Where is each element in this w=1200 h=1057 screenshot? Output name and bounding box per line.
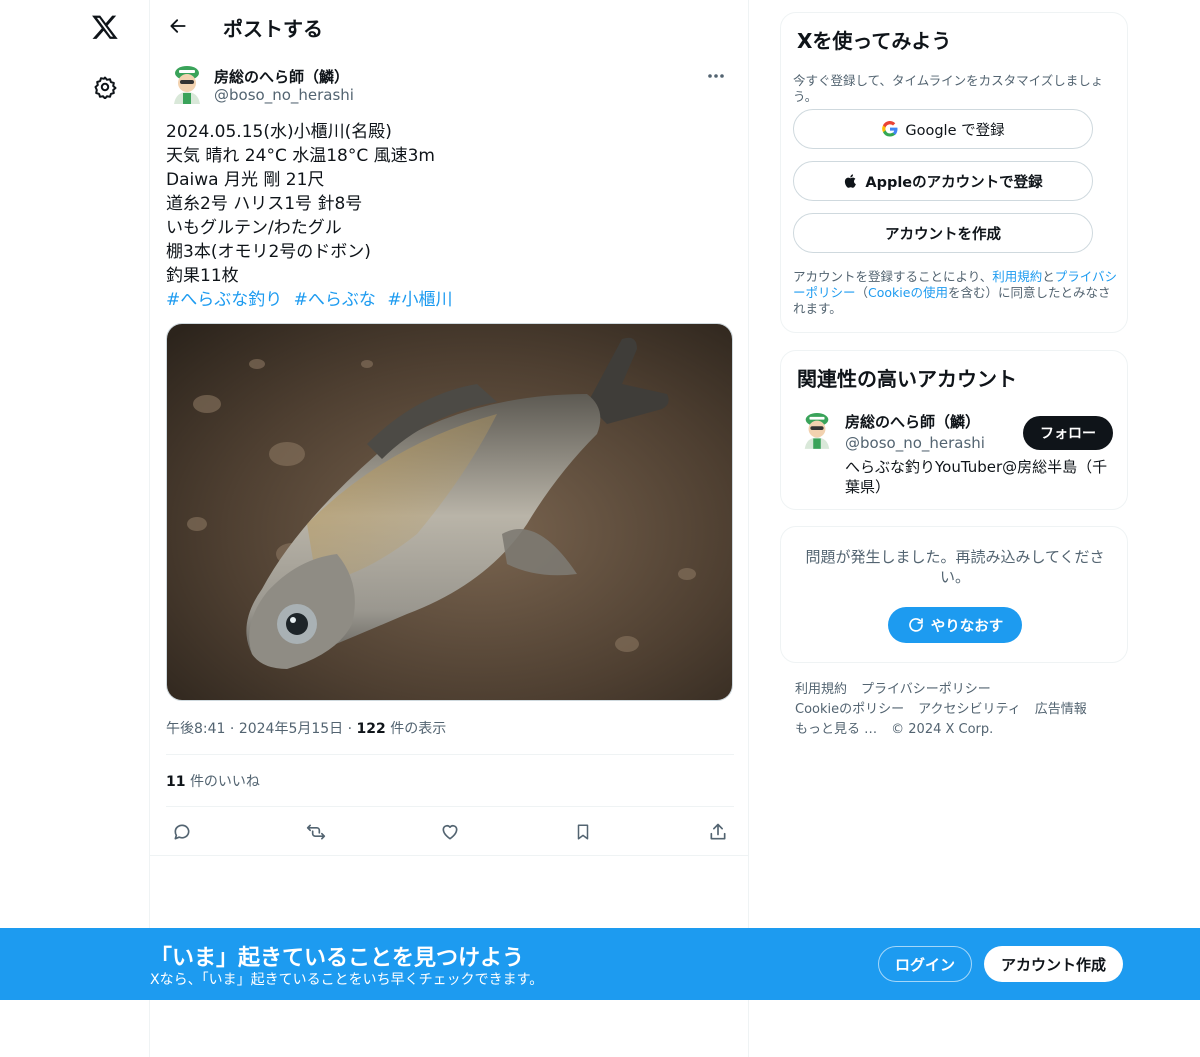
cookie-link[interactable]: Cookieの使用 xyxy=(868,285,948,300)
signup-button[interactable]: アカウント作成 xyxy=(984,946,1123,982)
create-account-button[interactable]: アカウントを作成 xyxy=(793,213,1093,253)
avatar[interactable] xyxy=(801,411,833,449)
footer-link[interactable]: Cookieのポリシー xyxy=(795,702,904,717)
copyright: © 2024 X Corp. xyxy=(891,722,994,737)
likes-label: 件のいいね xyxy=(189,774,260,790)
repost-icon[interactable] xyxy=(302,818,330,846)
like-icon[interactable] xyxy=(436,818,464,846)
apple-signup-button[interactable]: Appleのアカウントで登録 xyxy=(793,161,1093,201)
hashtag-link[interactable]: #へらぶな xyxy=(294,290,376,310)
tweet-author: 房総のへら師（鱗） @boso_no_herashi xyxy=(166,62,734,108)
google-signup-button[interactable]: Google で登録 xyxy=(793,109,1093,149)
login-button[interactable]: ログイン xyxy=(878,946,972,982)
related-name[interactable]: 房総のへら師（鱗） xyxy=(845,411,980,432)
avatar[interactable] xyxy=(170,64,204,104)
likes-summary[interactable]: 11 件のいいね xyxy=(166,771,260,791)
share-icon[interactable] xyxy=(704,818,732,846)
retry-label: やりなおす xyxy=(930,618,1004,635)
google-icon xyxy=(881,120,899,138)
more-icon[interactable] xyxy=(702,66,730,86)
footer-link[interactable]: 広告情報 xyxy=(1035,702,1087,717)
follow-button[interactable]: フォロー xyxy=(1023,416,1113,450)
footer-link[interactable]: プライバシーポリシー xyxy=(861,682,991,697)
tweet-text: 2024.05.15(水)小櫃川(名殿) 天気 晴れ 24°C 水温18°C 風… xyxy=(166,120,734,312)
signup-legal: アカウントを登録することにより、利用規約とプライバシーポリシー（Cookieの使… xyxy=(793,269,1118,316)
left-nav xyxy=(0,0,150,1057)
tweet-line: Daiwa 月光 剛 21尺 xyxy=(166,170,325,190)
views-count: 122 xyxy=(356,721,386,737)
related-accounts-card: 関連性の高いアカウント 房総のへら師（鱗） @boso_no_herashi へ… xyxy=(780,350,1128,510)
main-column: ポストする 房総のへら師（鱗） @boso_no_herashi 2024.05… xyxy=(149,0,749,1057)
tweet-line: 道糸2号 ハリス1号 針8号 xyxy=(166,194,363,214)
tweet-image[interactable] xyxy=(166,323,733,701)
tweet-line: 釣果11枚 xyxy=(166,266,239,286)
tweet-line: 天気 晴れ 24°C 水温18°C 風速3m xyxy=(166,146,435,166)
signup-title: Xを使ってみよう xyxy=(797,29,952,53)
signup-card: Xを使ってみよう 今すぐ登録して、タイムラインをカスタマイズしましょう。 Goo… xyxy=(780,12,1128,333)
likes-count: 11 xyxy=(166,774,186,790)
tweet-actions xyxy=(166,818,734,846)
divider xyxy=(166,754,734,755)
page-header: ポストする xyxy=(150,0,748,53)
gear-icon[interactable] xyxy=(90,72,120,102)
tweet-line: 棚3本(オモリ2号のドボン) xyxy=(166,242,371,262)
hashtag-link[interactable]: #小櫃川 xyxy=(387,290,452,310)
divider xyxy=(150,855,748,856)
author-handle[interactable]: @boso_no_herashi xyxy=(214,86,354,104)
related-handle[interactable]: @boso_no_herashi xyxy=(845,434,985,452)
signup-subtitle: 今すぐ登録して、タイムラインをカスタマイズしましょう。 xyxy=(793,73,1104,104)
footer-links: 利用規約 プライバシーポリシー Cookieのポリシー アクセシビリティ 広告情報 も… xyxy=(795,680,1125,740)
bottom-banner: 「いま」起きていることを見つけよう Xなら、「いま」起きていることをいち早くチェ… xyxy=(0,928,1200,1000)
reply-icon[interactable] xyxy=(168,818,196,846)
retry-button[interactable]: やりなおす xyxy=(888,607,1022,643)
footer-link[interactable]: 利用規約 xyxy=(795,682,847,697)
hashtag-link[interactable]: #へらぶな釣り xyxy=(166,290,282,310)
banner-title: 「いま」起きていることを見つけよう xyxy=(150,946,525,971)
tweet-line: 2024.05.15(水)小櫃川(名殿) xyxy=(166,122,392,142)
x-logo-icon[interactable] xyxy=(88,10,122,44)
create-account-label: アカウントを作成 xyxy=(885,226,1001,243)
tweet-date[interactable]: 2024年5月15日 xyxy=(239,721,343,737)
apple-signup-label: Appleのアカウントで登録 xyxy=(865,174,1043,191)
arrow-left-icon[interactable] xyxy=(164,12,192,40)
footer-link[interactable]: アクセシビリティ xyxy=(918,702,1021,717)
tweet-line: いもグルテン/わたグル xyxy=(166,218,342,238)
refresh-icon xyxy=(908,618,923,632)
tweet-meta: 午後8:41 · 2024年5月15日 · 122 件の表示 xyxy=(166,721,447,737)
author-name[interactable]: 房総のへら師（鱗） xyxy=(214,66,349,87)
hashtag-list: #へらぶな釣り #へらぶな #小櫃川 xyxy=(166,288,734,312)
google-signup-label: Google で登録 xyxy=(905,122,1005,139)
related-title: 関連性の高いアカウント xyxy=(797,367,1017,391)
apple-icon xyxy=(843,172,859,190)
tweet-time[interactable]: 午後8:41 xyxy=(166,721,225,737)
banner-subtitle: Xなら、「いま」起きていることをいち早くチェックできます。 xyxy=(150,972,544,988)
related-bio: へらぶな釣りYouTuber@房総半島（千葉県） xyxy=(845,458,1108,496)
error-message: 問題が発生しました。再読み込みしてください。 xyxy=(805,548,1105,586)
error-card: 問題が発生しました。再読み込みしてください。 やりなおす xyxy=(780,526,1128,663)
page-title: ポストする xyxy=(223,17,323,41)
bookmark-icon[interactable] xyxy=(569,818,597,846)
terms-link[interactable]: 利用規約 xyxy=(992,269,1042,284)
footer-link[interactable]: もっと見る … xyxy=(795,722,877,737)
divider xyxy=(166,806,734,807)
views-label: 件の表示 xyxy=(390,721,447,737)
